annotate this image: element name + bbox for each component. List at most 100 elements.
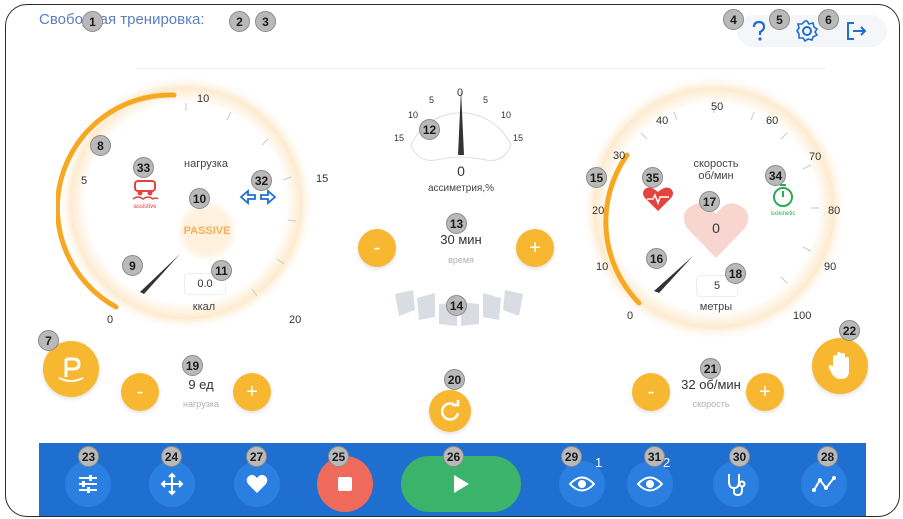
speed-tick: 20 xyxy=(592,205,605,217)
minus-label: - xyxy=(373,236,381,259)
badge: 19 xyxy=(182,355,203,376)
badge: 11 xyxy=(211,260,232,281)
heart-value: 0 xyxy=(712,220,720,236)
badge: 4 xyxy=(723,9,744,30)
time-plus-button[interactable]: + xyxy=(516,229,554,267)
asymmetry-value: 0 xyxy=(457,163,465,179)
badge: 27 xyxy=(246,446,267,467)
speed-tick: 100 xyxy=(793,310,812,322)
meters-label: метры xyxy=(699,301,733,313)
time-caption: время xyxy=(448,255,474,265)
header-actions xyxy=(737,15,887,47)
isokinetic-label: isokinetic xyxy=(770,211,796,217)
load-value: 9 ед xyxy=(188,377,214,392)
asymmetry-label: ассиметрия,% xyxy=(427,183,495,194)
plus-label: + xyxy=(246,380,258,403)
header-divider xyxy=(136,68,826,69)
speed-tick: 50 xyxy=(711,101,724,113)
load-plus-button[interactable]: + xyxy=(233,373,271,411)
move-icon[interactable] xyxy=(149,461,195,507)
speed-label-line2: об/мин xyxy=(698,170,734,182)
assistive-label: assistive xyxy=(133,204,157,210)
stethoscope-icon[interactable] xyxy=(713,461,759,507)
plus-label: + xyxy=(759,380,771,403)
graph-icon[interactable] xyxy=(801,461,847,507)
sliders-icon[interactable] xyxy=(65,461,111,507)
speed-tick: 40 xyxy=(656,115,669,127)
load-needle xyxy=(140,254,180,294)
mode-label: PASSIVE xyxy=(183,225,231,237)
badge: 12 xyxy=(419,119,440,140)
badge: 1 xyxy=(82,11,103,32)
load-minus-button[interactable]: - xyxy=(121,373,159,411)
badge: 22 xyxy=(839,320,860,341)
speed-tick: 30 xyxy=(613,150,626,162)
play-button[interactable] xyxy=(401,456,521,512)
badge: 2 xyxy=(229,11,250,32)
reset-button[interactable] xyxy=(429,390,471,432)
asym-tick: 5 xyxy=(483,95,489,105)
gear-icon[interactable] xyxy=(793,17,821,45)
logout-icon[interactable] xyxy=(843,17,871,45)
assistive-icon[interactable]: assistive xyxy=(124,175,166,219)
load-label: нагрузка xyxy=(184,158,228,170)
speed-plus-button[interactable]: + xyxy=(746,373,784,411)
speed-value: 32 об/мин xyxy=(681,377,741,392)
plus-label: + xyxy=(529,236,541,259)
badge: 34 xyxy=(765,165,786,186)
eye-icon xyxy=(569,476,595,492)
kcal-label: ккал xyxy=(192,301,216,313)
load-tick: 0 xyxy=(107,314,114,326)
eye-icon xyxy=(637,476,663,492)
page-title: Свободная тренировка: xyxy=(39,11,205,28)
badge: 10 xyxy=(189,188,210,209)
load-caption: нагрузка xyxy=(183,399,219,409)
badge: 20 xyxy=(444,369,465,390)
badge: 30 xyxy=(729,446,750,467)
speed-tick: 80 xyxy=(828,205,841,217)
isokinetic-icon[interactable]: isokinetic xyxy=(761,182,805,222)
badge: 15 xyxy=(586,167,607,188)
asym-tick: 10 xyxy=(408,110,419,120)
hand-stop-button[interactable] xyxy=(812,338,868,394)
badge: 9 xyxy=(122,255,143,276)
load-tick: 20 xyxy=(289,314,302,326)
speed-caption: скорость xyxy=(692,399,730,409)
asym-tick: 15 xyxy=(513,133,524,143)
badge: 17 xyxy=(699,191,720,212)
load-tick: 10 xyxy=(197,93,210,105)
heart-icon[interactable] xyxy=(234,461,280,507)
pulse-heart-icon[interactable] xyxy=(641,185,675,213)
asym-tick: 10 xyxy=(501,110,512,120)
header: Свободная тренировка: xyxy=(6,5,899,55)
load-tick: 5 xyxy=(81,175,88,187)
badge: 6 xyxy=(818,9,839,30)
speed-tick: 90 xyxy=(824,261,837,273)
speed-label: скорость об/мин xyxy=(676,158,756,182)
badge: 26 xyxy=(443,446,464,467)
badge: 3 xyxy=(255,11,276,32)
badge: 14 xyxy=(446,295,467,316)
badge: 25 xyxy=(328,446,349,467)
badge: 24 xyxy=(161,446,182,467)
badge: 32 xyxy=(251,170,272,191)
badge: 8 xyxy=(90,135,111,156)
eye-1-button[interactable]: 1 xyxy=(559,455,605,507)
asym-zero: 0 xyxy=(457,87,464,99)
time-minus-button[interactable]: - xyxy=(358,229,396,267)
speed-minus-button[interactable]: - xyxy=(632,373,670,411)
badge: 35 xyxy=(642,167,663,188)
badge: 29 xyxy=(561,446,582,467)
minus-label: - xyxy=(647,380,655,403)
badge: 33 xyxy=(133,157,154,178)
badge: 13 xyxy=(446,213,467,234)
speed-label-line1: скорость xyxy=(693,158,739,170)
eye-2-button[interactable]: 2 xyxy=(627,455,673,507)
eye-1-sup: 1 xyxy=(595,455,603,470)
speed-tick: 0 xyxy=(627,310,634,322)
asym-tick: 15 xyxy=(394,133,405,143)
badge: 28 xyxy=(817,446,838,467)
speed-tick: 10 xyxy=(596,261,609,273)
asym-tick: 5 xyxy=(429,95,435,105)
time-value: 30 мин xyxy=(440,232,482,247)
